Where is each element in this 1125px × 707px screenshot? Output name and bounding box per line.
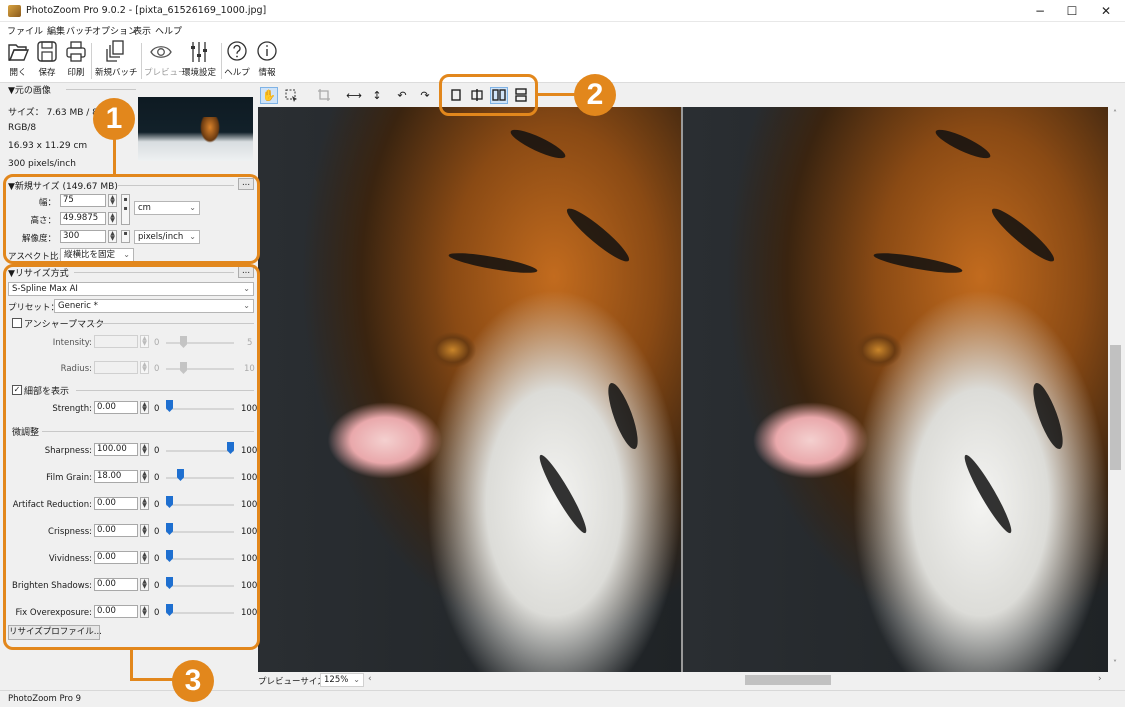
original-thumbnail[interactable] (138, 97, 253, 161)
printer-icon (66, 41, 86, 62)
menu-batch[interactable]: バッチ (66, 24, 93, 37)
preview-area[interactable] (258, 107, 1108, 672)
tiger-stripe (872, 249, 964, 277)
toolbar-separator (141, 43, 142, 79)
original-res-text: 300 pixels/inch (8, 159, 76, 169)
sliders-icon (191, 42, 207, 62)
flip-vertical-button[interactable]: ↕ (368, 87, 386, 104)
hand-tool-button[interactable]: ✋ (260, 87, 278, 104)
callout-number-2: 2 (574, 74, 616, 116)
preview-status-bar: プレビューサイズ... 125% ⌄ ‹ › (258, 672, 1125, 689)
section-divider (66, 89, 136, 90)
tiger-stripe (987, 203, 1059, 267)
crop-icon (318, 89, 330, 101)
callout-connector-3 (130, 650, 133, 680)
title-bar: PhotoZoom Pro 9.0.2 - [pixta_61526169_10… (0, 0, 1125, 22)
rotate-cw-icon: ↷ (420, 89, 430, 102)
window-title: PhotoZoom Pro 9.0.2 - [pixta_61526169_10… (26, 5, 267, 16)
tiger-stripe (562, 203, 634, 267)
chevron-down-icon: ⌄ (353, 675, 360, 684)
menu-help[interactable]: ヘルプ (155, 24, 182, 37)
tiger-stripe (507, 124, 569, 164)
rotate-left-button[interactable]: ↶ (393, 87, 411, 104)
menu-edit[interactable]: 編集 (47, 24, 65, 37)
preview-divider (681, 107, 683, 672)
callout-number-1: 1 (93, 98, 135, 140)
thumbnail-tiger (200, 117, 220, 143)
callout-connector-3 (130, 678, 175, 681)
help-button[interactable]: ヘルプ (224, 39, 250, 78)
toolbar-separator (91, 43, 92, 79)
original-size-text: サイズ： 7.63 MB / 82 (8, 108, 104, 118)
close-button[interactable]: ✕ (1088, 0, 1124, 22)
original-image-header[interactable]: ▼元の画像 (8, 83, 51, 96)
menu-options[interactable]: オプション (92, 24, 137, 37)
selection-marquee-icon (285, 89, 297, 102)
toolbar-separator (221, 43, 222, 79)
tiger-stripe (602, 380, 644, 452)
rotate-right-button[interactable]: ↷ (416, 87, 434, 104)
selection-tool-button[interactable] (282, 87, 300, 104)
app-icon (8, 5, 21, 17)
original-dims-text: 16.93 x 11.29 cm (8, 141, 88, 151)
new-batch-button[interactable]: 新規バッチ (95, 39, 138, 78)
status-bar: PhotoZoom Pro 9 (0, 690, 1125, 707)
tiger-stripe (447, 249, 539, 277)
save-button[interactable]: 保存 (36, 39, 58, 78)
info-icon (257, 41, 277, 61)
info-button[interactable]: 情報 (256, 39, 278, 78)
original-mode-text: RGB/8 (8, 123, 37, 133)
main-toolbar: 開く 保存 印刷 新規バッチ プレビュー 環境設定 ヘルプ 情報 (0, 37, 1125, 83)
result-preview-image[interactable] (683, 107, 1108, 672)
tiger-stripe (959, 451, 1017, 537)
vertical-scroll-thumb[interactable] (1110, 345, 1121, 470)
preview-button[interactable]: プレビュー (144, 39, 187, 78)
callout-box-1 (3, 174, 260, 264)
save-disk-icon (37, 41, 57, 62)
scroll-left-icon[interactable]: ‹ (368, 674, 372, 684)
callout-number-3: 3 (172, 660, 214, 702)
eye-icon (150, 46, 172, 58)
rotate-ccw-icon: ↶ (397, 89, 407, 102)
original-preview-image[interactable] (258, 107, 681, 672)
crop-button[interactable] (315, 87, 333, 104)
print-button[interactable]: 印刷 (65, 39, 87, 78)
menu-bar: ファイル 編集 バッチ オプション 表示 ヘルプ (0, 22, 1125, 37)
callout-box-3 (3, 264, 260, 650)
folder-open-icon (8, 44, 29, 61)
menu-file[interactable]: ファイル (7, 24, 43, 37)
settings-button[interactable]: 環境設定 (180, 39, 218, 78)
scroll-down-icon[interactable]: ˅ (1113, 659, 1117, 668)
zoom-select[interactable]: 125% ⌄ (320, 673, 364, 687)
flip-horizontal-button[interactable]: ⟷ (345, 87, 363, 104)
status-text: PhotoZoom Pro 9 (8, 694, 82, 704)
minimize-button[interactable]: − (1022, 0, 1058, 22)
callout-connector-2 (538, 93, 576, 96)
maximize-button[interactable]: ☐ (1054, 0, 1090, 22)
vertical-arrows-icon: ↕ (372, 89, 382, 102)
horizontal-scroll-thumb[interactable] (745, 675, 831, 685)
open-button[interactable]: 開く (7, 39, 29, 78)
callout-box-2 (439, 74, 538, 116)
tiger-stripe (534, 451, 592, 537)
help-question-icon (227, 41, 247, 61)
horizontal-arrows-icon: ⟷ (346, 89, 362, 102)
scroll-up-icon[interactable]: ˄ (1113, 109, 1117, 118)
tiger-stripe (1027, 380, 1069, 452)
batch-stack-icon (106, 40, 124, 62)
scroll-right-icon[interactable]: › (1098, 674, 1102, 684)
hand-icon: ✋ (262, 89, 276, 102)
menu-view[interactable]: 表示 (133, 24, 151, 37)
tiger-stripe (932, 124, 994, 164)
